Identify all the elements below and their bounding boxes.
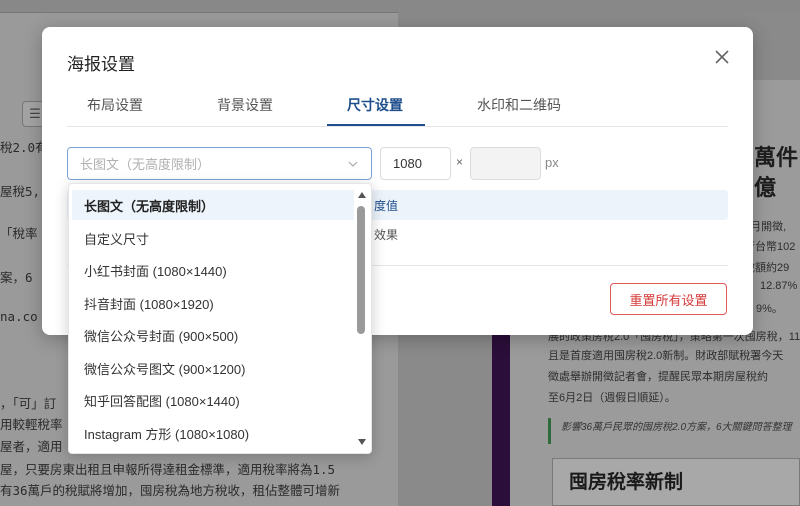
editor-line: 「稅率 (0, 226, 38, 241)
editor-line: 屋者，適用 (0, 439, 63, 454)
reset-all-button[interactable]: 重置所有设置 (610, 283, 727, 315)
tab-size[interactable]: 尺寸设置 (347, 95, 403, 115)
dropdown-option-wechat-article[interactable]: 微信公众号图文 (900×1200) (72, 353, 354, 383)
article-text: 12.87% (760, 280, 798, 292)
chevron-down-icon (348, 161, 358, 167)
editor-line: 有36萬戶的稅賦將增加，囤房稅為地方稅收，租佔整體可增新 (0, 483, 341, 498)
article-text: 9%。 (756, 303, 783, 315)
scroll-down-icon[interactable] (358, 439, 366, 445)
editor-line: 案，6 (0, 270, 33, 285)
height-input[interactable] (470, 147, 541, 180)
times-sign: × (456, 155, 464, 169)
dialog-title: 海报设置 (67, 55, 135, 74)
size-preset-placeholder: 长图文（无高度限制） (80, 157, 211, 172)
info-text: 度值 (374, 199, 399, 213)
tab-watermark-qrcode[interactable]: 水印和二维码 (477, 95, 561, 115)
settings-tabs: 布局设置 背景设置 尺寸设置 水印和二维码 (67, 87, 728, 127)
dropdown-option-long-image[interactable]: 长图文（无高度限制） (72, 190, 354, 220)
unit-label: px (545, 155, 559, 170)
tab-layout[interactable]: 布局设置 (87, 95, 143, 115)
active-tab-indicator (327, 124, 425, 126)
article-text: 且是首度適用囤房稅2.0新制。財政部賦稅署今天 (548, 350, 784, 362)
dropdown-option-instagram[interactable]: Instagram 方形 (1080×1080) (72, 418, 354, 448)
article-headline: 億 (754, 175, 777, 200)
dropdown-option-custom[interactable]: 自定义尺寸 (72, 223, 354, 253)
dropdown-option-douyin[interactable]: 抖音封面 (1080×1920) (72, 288, 354, 318)
editor-line: ，「可」訂 (0, 396, 57, 411)
dropdown-option-zhihu[interactable]: 知乎回答配图 (1080×1440) (72, 385, 354, 415)
article-banner: 囤房稅率新制 (552, 458, 800, 506)
close-icon (715, 50, 729, 64)
article-text: 徵處舉辦開徵記者會，提醒民眾本期房屋稅約 (548, 371, 768, 383)
scrollbar-thumb[interactable] (357, 206, 365, 334)
size-preset-select[interactable]: 长图文（无高度限制） (67, 147, 372, 180)
width-input[interactable]: 1080 (380, 147, 451, 180)
editor-line: 用較輕稅率 (0, 417, 63, 432)
tab-background[interactable]: 背景设置 (217, 95, 273, 115)
dropdown-option-xiaohongshu[interactable]: 小红书封面 (1080×1440) (72, 255, 354, 285)
dropdown-scrollbar[interactable] (356, 190, 368, 449)
close-button[interactable] (710, 45, 734, 69)
editor-line: 稅2.0有 (0, 140, 48, 155)
article-headline: 萬件 (754, 145, 799, 170)
editor-line: 屋，只要房東出租且申報所得達租金標準，適用稅率將為1.5 (0, 462, 336, 477)
dropdown-option-wechat-cover[interactable]: 微信公众号封面 (900×500) (72, 320, 354, 350)
editor-line: na.co (0, 309, 38, 324)
editor-line: 屋稅5, (0, 184, 41, 199)
size-preset-dropdown: 长图文（无高度限制） 自定义尺寸 小红书封面 (1080×1440) 抖音封面 … (68, 183, 372, 454)
effect-text: 效果 (374, 228, 399, 242)
article-quote: 影響36萬戶民眾的囤房稅2.0方案，6大關鍵問答整理 (548, 418, 800, 444)
article-text: 至6月2日（週假日順延）。 (548, 392, 676, 404)
scroll-up-icon[interactable] (358, 192, 366, 198)
